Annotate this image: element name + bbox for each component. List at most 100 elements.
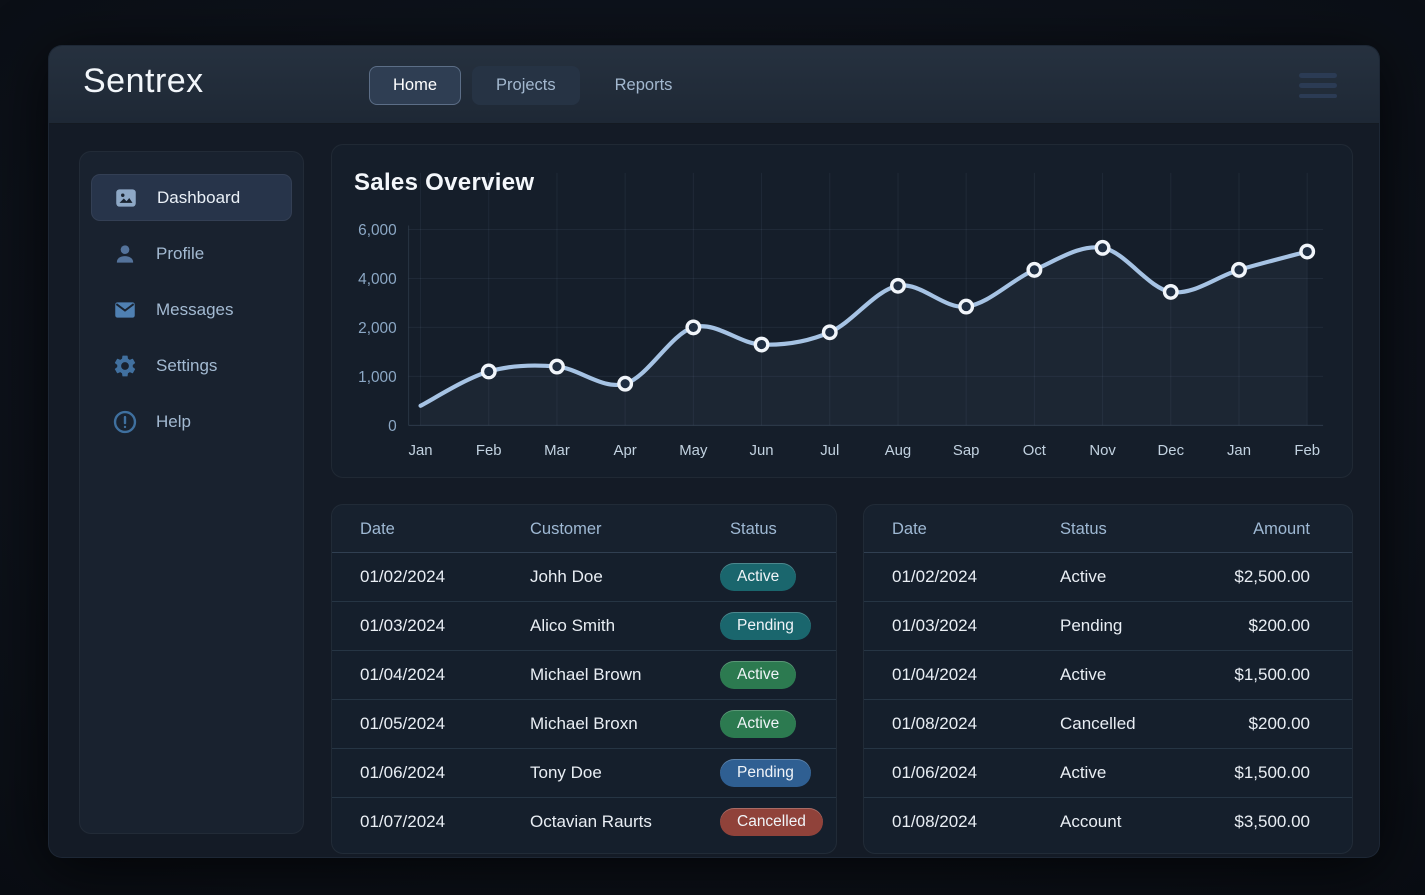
main-nav: Home Projects Reports <box>369 66 696 105</box>
cell-date: 01/03/2024 <box>332 602 502 651</box>
cell-amount: $200.00 <box>1222 700 1352 749</box>
status-badge: Pending <box>720 612 811 640</box>
nav-tab-projects[interactable]: Projects <box>472 66 580 105</box>
sidebar-item-label: Help <box>156 412 191 432</box>
sidebar-item-label: Settings <box>156 356 217 376</box>
chart-point[interactable] <box>892 280 905 293</box>
cell-status: Account <box>1032 798 1222 847</box>
table-row[interactable]: 01/04/2024Michael BrownActive <box>332 651 836 700</box>
transactions-table: DateStatusAmount 01/02/2024Active$2,500.… <box>864 505 1352 847</box>
chart-point[interactable] <box>1028 264 1041 277</box>
status-badge: Active <box>720 563 796 591</box>
x-tick-label: Jan <box>1227 443 1251 459</box>
x-tick-label: Jun <box>750 443 774 459</box>
x-tick-label: Aug <box>885 443 912 459</box>
sales-overview-panel: Sales Overview 01,0002,0004,0006,000JanF… <box>331 144 1353 478</box>
table-row[interactable]: 01/06/2024Tony DoePending <box>332 749 836 798</box>
chart-point[interactable] <box>824 326 837 339</box>
cell-status: Pending <box>702 749 836 798</box>
table-row[interactable]: 01/06/2024Active$1,500.00 <box>864 749 1352 798</box>
column-header-status: Status <box>702 505 836 553</box>
chart-point[interactable] <box>755 338 768 351</box>
x-tick-label: Jan <box>409 443 433 459</box>
column-header-date: Date <box>332 505 502 553</box>
cell-status: Cancelled <box>702 798 836 847</box>
y-tick-label: 1,000 <box>358 369 397 386</box>
chart-point[interactable] <box>551 360 564 373</box>
sidebar-item-help[interactable]: Help <box>91 398 292 445</box>
nav-tab-home[interactable]: Home <box>369 66 461 105</box>
column-header-customer: Customer <box>502 505 702 553</box>
sidebar-item-profile[interactable]: Profile <box>91 230 292 277</box>
x-tick-label: Feb <box>1294 443 1320 459</box>
customers-table: DateCustomerStatus 01/02/2024Johh DoeAct… <box>332 505 836 847</box>
chart-point[interactable] <box>619 377 632 390</box>
cell-status: Active <box>702 700 836 749</box>
x-tick-label: Nov <box>1089 443 1116 459</box>
table-row[interactable]: 01/03/2024Alico Smith Pending <box>332 602 836 651</box>
cell-date: 01/08/2024 <box>864 798 1032 847</box>
cell-status: Active <box>1032 553 1222 602</box>
brand-logo: Sentrex <box>83 62 204 101</box>
nav-tab-reports[interactable]: Reports <box>591 66 697 105</box>
sidebar-item-dashboard[interactable]: Dashboard <box>91 174 292 221</box>
x-tick-label: Feb <box>476 443 502 459</box>
desktop-background: Sentrex Home Projects Reports Dashboard <box>0 0 1425 895</box>
cell-status: Active <box>1032 749 1222 798</box>
y-tick-label: 4,000 <box>358 271 397 288</box>
image-icon <box>113 185 139 211</box>
sidebar: Dashboard Profile Messages Settings <box>79 151 304 834</box>
customers-table-panel: DateCustomerStatus 01/02/2024Johh DoeAct… <box>331 504 837 854</box>
app-window: Sentrex Home Projects Reports Dashboard <box>48 45 1380 858</box>
top-bar: Sentrex Home Projects Reports <box>49 46 1379 124</box>
menu-icon[interactable] <box>1299 73 1337 98</box>
sales-line-chart: 01,0002,0004,0006,000JanFebMarAprMayJunJ… <box>332 145 1352 477</box>
table-row[interactable]: 01/04/2024Active$1,500.00 <box>864 651 1352 700</box>
cell-customer: Octavian Raurts <box>502 798 702 847</box>
help-icon <box>112 409 138 435</box>
status-badge: Active <box>720 661 796 689</box>
sidebar-item-settings[interactable]: Settings <box>91 342 292 389</box>
chart-point[interactable] <box>1165 286 1178 299</box>
cell-date: 01/08/2024 <box>864 700 1032 749</box>
transactions-table-panel: DateStatusAmount 01/02/2024Active$2,500.… <box>863 504 1353 854</box>
chart-point[interactable] <box>1096 242 1109 255</box>
cell-status: Active <box>1032 651 1222 700</box>
table-row[interactable]: 01/02/2024Active$2,500.00 <box>864 553 1352 602</box>
x-tick-label: Oct <box>1023 443 1047 459</box>
column-header-amount: Amount <box>1222 505 1352 553</box>
cell-date: 01/03/2024 <box>864 602 1032 651</box>
cell-customer: Michael Broxn <box>502 700 702 749</box>
cell-date: 01/02/2024 <box>864 553 1032 602</box>
cell-date: 01/05/2024 <box>332 700 502 749</box>
cell-date: 01/06/2024 <box>864 749 1032 798</box>
cell-customer: Alico Smith <box>502 602 702 651</box>
chart-point[interactable] <box>687 321 700 334</box>
table-row[interactable]: 01/08/2024Account$3,500.00 <box>864 798 1352 847</box>
table-row[interactable]: 01/07/2024Octavian RaurtsCancelled <box>332 798 836 847</box>
sidebar-item-messages[interactable]: Messages <box>91 286 292 333</box>
chart-point[interactable] <box>960 300 973 313</box>
cell-amount: $3,500.00 <box>1222 798 1352 847</box>
sidebar-item-label: Dashboard <box>157 188 240 208</box>
x-tick-label: Jul <box>820 443 839 459</box>
cell-amount: $200.00 <box>1222 602 1352 651</box>
status-badge: Pending <box>720 759 811 787</box>
sidebar-item-label: Messages <box>156 300 233 320</box>
table-row[interactable]: 01/05/2024Michael BroxnActive <box>332 700 836 749</box>
table-row[interactable]: 01/03/2024Pending$200.00 <box>864 602 1352 651</box>
x-tick-label: Dec <box>1158 443 1185 459</box>
y-tick-label: 2,000 <box>358 320 397 337</box>
table-row[interactable]: 01/02/2024Johh DoeActive <box>332 553 836 602</box>
sidebar-item-label: Profile <box>156 244 204 264</box>
chart-point[interactable] <box>1301 245 1314 258</box>
cell-status: Cancelled <box>1032 700 1222 749</box>
table-row[interactable]: 01/08/2024Cancelled$200.00 <box>864 700 1352 749</box>
x-tick-label: Mar <box>544 443 570 459</box>
cell-amount: $1,500.00 <box>1222 749 1352 798</box>
cell-customer: Johh Doe <box>502 553 702 602</box>
chart-point[interactable] <box>1233 264 1246 277</box>
cell-status: Active <box>702 553 836 602</box>
status-badge: Cancelled <box>720 808 823 836</box>
chart-point[interactable] <box>482 365 495 378</box>
